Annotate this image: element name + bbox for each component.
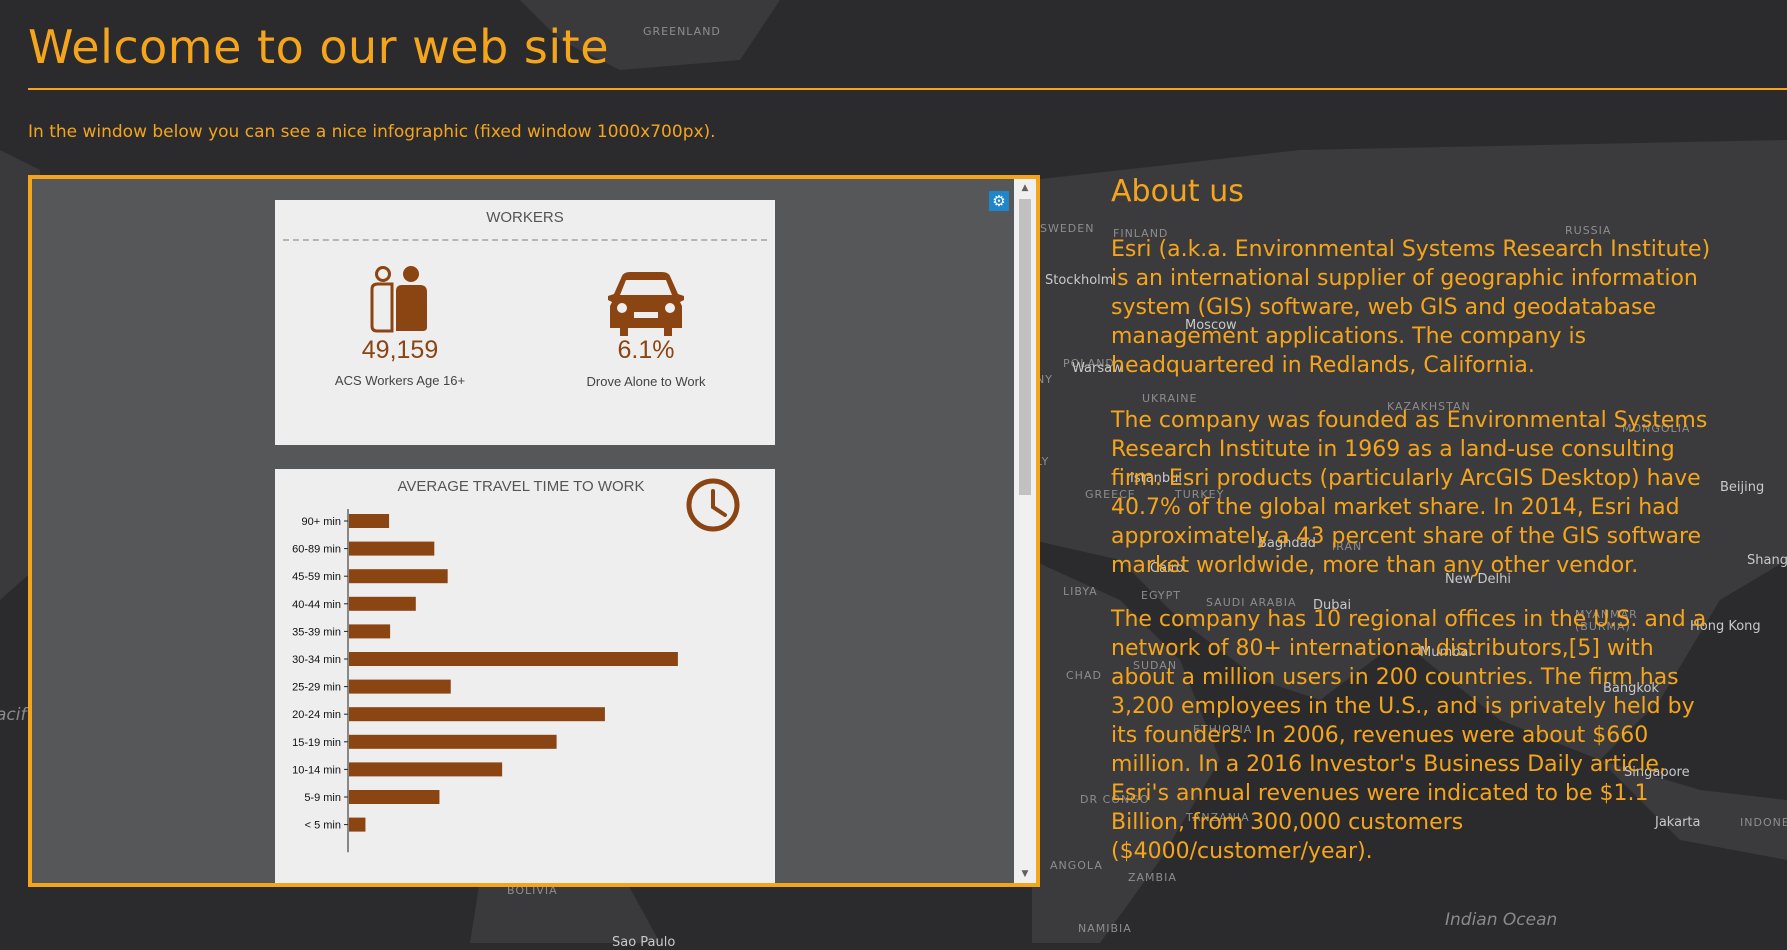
travel-time-card: AVERAGE TRAVEL TIME TO WORK 90+ min 60-89…	[275, 469, 775, 883]
map-ocean-indian: Indian Ocean	[1445, 910, 1558, 930]
workers-divider	[283, 239, 767, 241]
about-paragraph-1: Esri (a.k.a. Environmental Systems Resea…	[1111, 237, 1711, 378]
map-label-chad: CHAD	[1066, 669, 1102, 682]
chart-bar	[349, 652, 678, 666]
chart-bar	[349, 541, 435, 556]
workers-count-value: 49,159	[361, 336, 439, 364]
chart-bar	[349, 596, 416, 611]
map-label-ukraine: UKRAINE	[1142, 392, 1198, 405]
chart-category-label: 35-39 min	[292, 626, 341, 638]
chart-category-label: 20-24 min	[292, 709, 341, 721]
intro-text: In the window below you can see a nice i…	[28, 122, 716, 142]
chart-bar	[349, 762, 503, 777]
chart-bar	[349, 707, 605, 722]
map-city-shanghai: Shang	[1747, 553, 1787, 568]
settings-button[interactable]: ⚙	[989, 191, 1009, 211]
chart-category-label: 10-14 min	[292, 764, 341, 776]
map-city-beijing: Beijing	[1720, 480, 1765, 495]
map-label-sweden: SWEDEN	[1040, 222, 1095, 235]
scroll-down-arrow[interactable]: ▼	[1014, 865, 1036, 883]
chart-bar	[349, 514, 390, 528]
chart-category-label: 25-29 min	[292, 682, 341, 694]
chart-bar	[349, 679, 451, 694]
workers-count-label: ACS Workers Age 16+	[334, 373, 466, 388]
infographic-window[interactable]: WORKERS 49,159 ACS Workers Age 16+ 6.1% …	[28, 175, 1040, 887]
drove-alone-value: 6.1%	[617, 336, 675, 364]
people-icon	[370, 266, 427, 333]
map-label-libya: LIBYA	[1063, 585, 1098, 598]
chart-category-label: < 5 min	[305, 820, 341, 832]
travel-time-chart: 90+ min 60-89 min 45-59 min 40-44 min 35-39 …	[292, 509, 678, 853]
map-label-zambia: ZAMBIA	[1128, 871, 1177, 884]
map-ocean-pacific: acif	[0, 705, 27, 725]
drove-alone-label: Drove Alone to Work	[586, 374, 706, 389]
chart-bar	[349, 734, 557, 749]
header-divider	[28, 88, 1787, 90]
chart-bar	[349, 790, 440, 804]
scroll-up-arrow[interactable]: ▲	[1014, 179, 1036, 197]
page-title: Welcome to our web site	[28, 20, 609, 74]
chart-category-label: 30-34 min	[292, 654, 341, 666]
chart-bar	[349, 569, 448, 584]
scroll-thumb[interactable]	[1019, 199, 1031, 495]
gear-icon: ⚙	[992, 192, 1006, 210]
car-icon	[608, 272, 684, 336]
chart-category-label: 90+ min	[302, 516, 341, 528]
map-label-indonesia: INDONE	[1740, 816, 1787, 829]
chart-bar	[349, 817, 366, 832]
about-paragraph-3: The company has 10 regional offices in t…	[1111, 607, 1707, 864]
map-city-stockholm: Stockholm	[1045, 273, 1114, 288]
chart-category-label: 40-44 min	[292, 599, 341, 611]
chart-category-label: 45-59 min	[292, 571, 341, 583]
workers-card: WORKERS 49,159 ACS Workers Age 16+ 6.1% …	[275, 200, 775, 445]
chart-bar	[349, 624, 391, 639]
about-title: About us	[1111, 174, 1244, 209]
map-label-namibia: NAMIBIA	[1078, 922, 1132, 935]
map-label-egypt: EGYPT	[1141, 589, 1181, 602]
map-label-greenland: GREENLAND	[643, 25, 721, 38]
infographic-scrollbar[interactable]: ▲ ▼	[1014, 179, 1036, 883]
chart-category-label: 15-19 min	[292, 737, 341, 749]
workers-title: WORKERS	[486, 209, 564, 226]
map-label-angola: ANGOLA	[1050, 859, 1103, 872]
chart-category-label: 60-89 min	[292, 544, 341, 556]
about-paragraph-2: The company was founded as Environmental…	[1111, 408, 1708, 578]
chart-category-label: 5-9 min	[304, 792, 341, 804]
